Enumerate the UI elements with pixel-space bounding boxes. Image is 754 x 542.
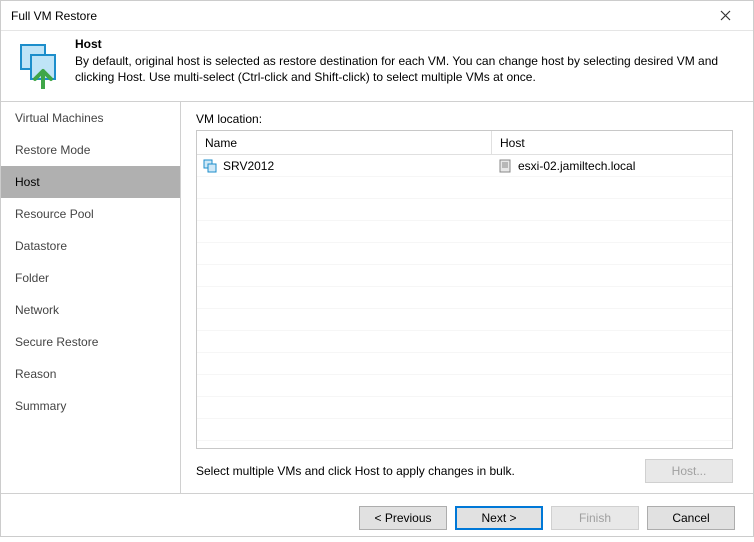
row-name: SRV2012: [223, 159, 274, 173]
column-header-host[interactable]: Host: [492, 131, 732, 154]
next-button[interactable]: Next >: [455, 506, 543, 530]
titlebar: Full VM Restore: [1, 1, 753, 31]
table-row[interactable]: SRV2012 esxi-02.jamiltech.local: [197, 155, 732, 177]
sidebar-item-datastore[interactable]: Datastore: [1, 230, 180, 262]
sidebar-item-restore-mode[interactable]: Restore Mode: [1, 134, 180, 166]
server-icon: [498, 159, 512, 173]
column-header-name[interactable]: Name: [197, 131, 492, 154]
host-button[interactable]: Host...: [645, 459, 733, 483]
row-host: esxi-02.jamiltech.local: [518, 159, 635, 173]
wizard-sidebar: Virtual Machines Restore Mode Host Resou…: [1, 102, 181, 493]
previous-button[interactable]: < Previous: [359, 506, 447, 530]
sidebar-item-network[interactable]: Network: [1, 294, 180, 326]
vm-location-table: Name Host SRV2012: [196, 130, 733, 449]
host-wizard-icon: [15, 41, 63, 89]
sidebar-item-host[interactable]: Host: [1, 166, 180, 198]
cancel-button[interactable]: Cancel: [647, 506, 735, 530]
close-button[interactable]: [705, 2, 745, 30]
finish-button[interactable]: Finish: [551, 506, 639, 530]
sidebar-item-virtual-machines[interactable]: Virtual Machines: [1, 102, 180, 134]
header-title: Host: [75, 37, 739, 51]
sidebar-item-folder[interactable]: Folder: [1, 262, 180, 294]
table-header: Name Host: [197, 131, 732, 155]
vm-location-label: VM location:: [196, 112, 733, 126]
table-body: SRV2012 esxi-02.jamiltech.local: [197, 155, 732, 443]
sidebar-item-summary[interactable]: Summary: [1, 390, 180, 422]
sidebar-item-resource-pool[interactable]: Resource Pool: [1, 198, 180, 230]
sidebar-item-secure-restore[interactable]: Secure Restore: [1, 326, 180, 358]
main-panel: VM location: Name Host SRV2012: [181, 102, 753, 493]
window-title: Full VM Restore: [11, 9, 705, 23]
close-icon: [720, 10, 731, 21]
header-description: By default, original host is selected as…: [75, 53, 739, 85]
footer: < Previous Next > Finish Cancel: [1, 493, 753, 542]
sidebar-item-reason[interactable]: Reason: [1, 358, 180, 390]
vm-icon: [203, 159, 217, 173]
header: Host By default, original host is select…: [1, 31, 753, 101]
bulk-hint: Select multiple VMs and click Host to ap…: [196, 464, 635, 478]
